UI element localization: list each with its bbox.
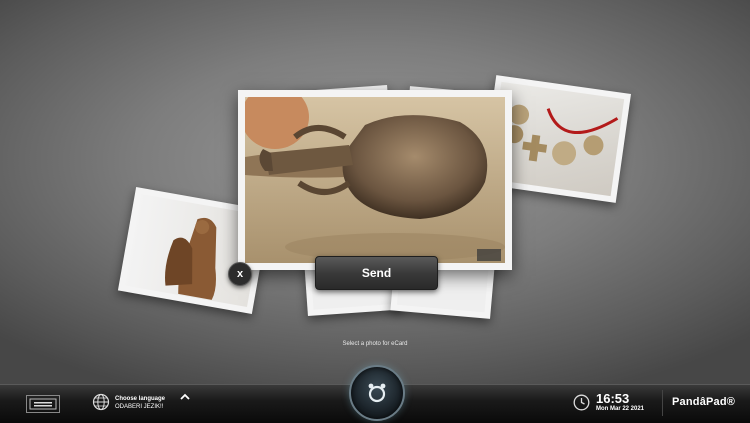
pandopad-home-button[interactable] — [349, 365, 405, 421]
clock-date: Mon Mar 22 2021 — [596, 406, 645, 412]
amphora-image — [245, 97, 505, 263]
send-label: Send — [361, 266, 392, 280]
send-button[interactable]: Send — [315, 256, 438, 290]
language-selector[interactable]: Choose language ODABERI JEZIK!! — [115, 395, 165, 411]
chevron-up-icon[interactable] — [180, 393, 190, 401]
museum-logo[interactable] — [26, 395, 60, 413]
brand-logo: PandâPad® — [672, 396, 736, 408]
taskbar-divider — [662, 390, 663, 416]
pandopad-home-icon — [368, 383, 386, 403]
language-title: Choose language — [115, 396, 166, 402]
photo-amphora-selected[interactable] — [238, 90, 512, 270]
close-button[interactable]: x — [228, 262, 252, 286]
language-subtitle: ODABERI JEZIK!! — [115, 404, 164, 410]
globe-icon[interactable] — [92, 393, 110, 411]
close-label: x — [236, 268, 244, 280]
clock-time: 16:53 — [596, 391, 630, 406]
clock-icon — [573, 394, 590, 411]
museum-logo-icon — [29, 398, 57, 410]
hint-text: Select a photo for eCard — [342, 341, 408, 347]
